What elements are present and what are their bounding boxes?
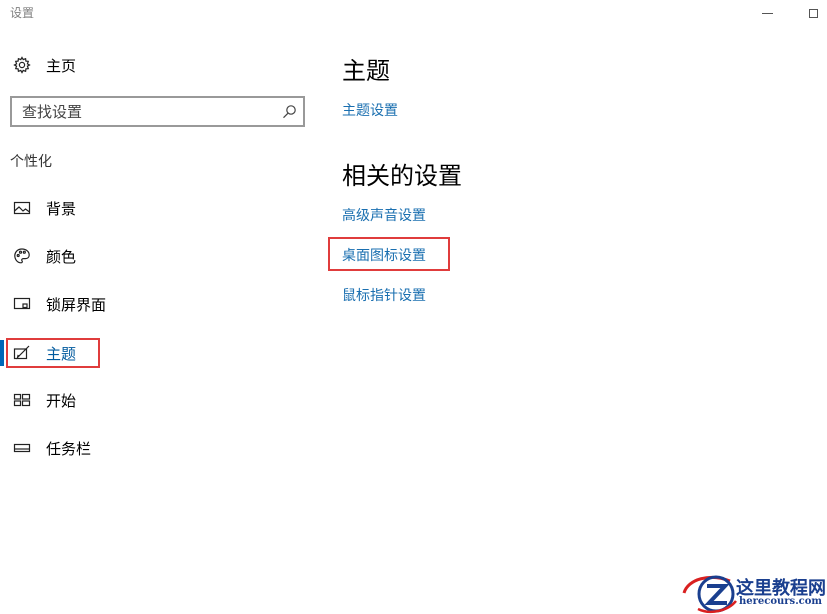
sidebar-item-label: 颜色 [46,247,77,266]
title-bar: 设置 [0,0,827,28]
start-grid-icon [13,393,31,407]
window-title: 设置 [10,6,35,20]
search-box[interactable] [10,96,305,127]
image-icon [13,201,31,215]
minimize-icon [761,12,773,14]
search-input[interactable] [22,102,272,121]
sidebar-item-label: 开始 [46,391,77,410]
maximize-icon [808,8,818,18]
sidebar-item-label: 主页 [46,56,77,75]
gear-icon [13,56,31,74]
active-indicator [0,340,4,366]
sidebar-item-lock-screen[interactable]: 锁屏界面 [13,293,106,315]
advanced-sound-settings-link[interactable]: 高级声音设置 [342,205,426,225]
palette-icon [14,248,30,264]
sidebar-item-home[interactable]: 主页 [13,54,76,76]
taskbar-icon [13,443,31,453]
maximize-button[interactable] [798,2,827,24]
sidebar-item-taskbar[interactable]: 任务栏 [13,437,91,459]
search-icon[interactable] [282,104,297,119]
theme-settings-link[interactable]: 主题设置 [342,100,398,120]
sidebar-item-color[interactable]: 颜色 [13,245,76,267]
highlight-box-desktop-icons [328,237,450,271]
minimize-button[interactable] [752,2,782,24]
sidebar-item-background[interactable]: 背景 [13,197,76,219]
sidebar-item-start[interactable]: 开始 [13,389,76,411]
section-label: 个性化 [10,154,52,170]
lock-screen-icon [13,297,31,310]
highlight-box-theme [6,338,100,368]
related-settings-title: 相关的设置 [342,162,462,190]
mouse-pointer-settings-link[interactable]: 鼠标指针设置 [342,285,426,305]
sidebar-item-label: 任务栏 [46,439,92,458]
page-title: 主题 [342,57,390,85]
sidebar-item-label: 背景 [46,199,77,218]
watermark-url: herecours.com [739,596,823,607]
sidebar-item-label: 锁屏界面 [46,295,107,314]
